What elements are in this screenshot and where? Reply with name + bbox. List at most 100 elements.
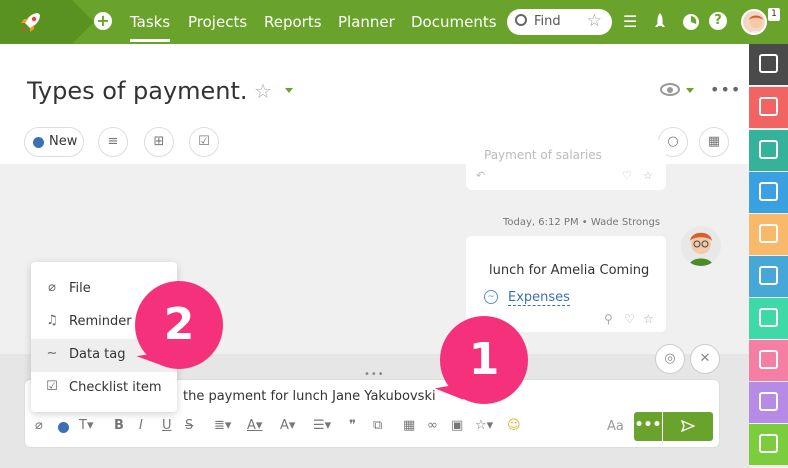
- rocket-icon[interactable]: [652, 12, 668, 32]
- message-meta: Today, 6:12 PM • Wade Strongs: [503, 217, 661, 228]
- previous-message: Payment of salaries ↶ ♡ ☆: [466, 140, 666, 190]
- phone-icon: [759, 350, 778, 369]
- highlight-icon[interactable]: A▾: [280, 418, 295, 433]
- table-icon[interactable]: ▦: [403, 418, 415, 433]
- favorite-star-icon[interactable]: ☆: [254, 79, 272, 103]
- split-button[interactable]: ⊞: [144, 127, 174, 157]
- checklist-button[interactable]: ☑: [189, 127, 219, 157]
- like-icon[interactable]: ♡: [622, 169, 632, 182]
- sidebar-reminders[interactable]: [749, 214, 788, 255]
- italic-icon[interactable]: I: [139, 418, 143, 433]
- list-icon[interactable]: ☰▾: [313, 418, 331, 433]
- sidebar-structure[interactable]: [749, 130, 788, 171]
- paperclip-icon: ⌀: [48, 280, 56, 295]
- sidebar-access[interactable]: [749, 298, 788, 339]
- link-icon[interactable]: ∞: [427, 418, 438, 433]
- status-new-button[interactable]: New: [24, 127, 84, 157]
- nav-documents[interactable]: Documents: [411, 13, 497, 31]
- color-dot-icon[interactable]: [58, 422, 69, 433]
- star-icon[interactable]: ☆: [643, 169, 653, 182]
- resize-grip-icon[interactable]: •••: [364, 369, 385, 380]
- star-icon[interactable]: ☆: [587, 11, 602, 31]
- composer-text[interactable]: the payment for lunch Jane Yakubovski: [183, 389, 436, 404]
- emoji-icon[interactable]: ☺: [507, 418, 521, 433]
- menu-icon[interactable]: ☰: [623, 12, 637, 32]
- more-options-icon[interactable]: •••: [710, 80, 741, 99]
- visibility-caret-icon[interactable]: [686, 88, 694, 93]
- status-dot-icon: [33, 137, 44, 148]
- formatting-toggle[interactable]: Aa: [607, 419, 624, 434]
- sidebar-files[interactable]: [749, 172, 788, 213]
- data-tag-link[interactable]: Expenses: [508, 290, 570, 306]
- star-icon[interactable]: ☆: [643, 312, 654, 326]
- sidebar-reports[interactable]: [749, 382, 788, 423]
- checkbox-icon: ☑: [46, 379, 58, 394]
- description-button[interactable]: ≡: [98, 127, 128, 157]
- timer-icon[interactable]: [682, 13, 700, 31]
- right-sidebar: [749, 44, 788, 468]
- quote-icon[interactable]: ❞: [349, 418, 356, 433]
- menu-item-label: Data tag: [69, 347, 126, 362]
- list-icon: [759, 97, 778, 116]
- create-plus-button[interactable]: +: [94, 12, 112, 30]
- bell-icon: ♫: [46, 313, 58, 328]
- bold-icon[interactable]: B: [114, 418, 124, 433]
- nav-planner[interactable]: Planner: [338, 13, 395, 31]
- sidebar-checklist[interactable]: [749, 256, 788, 297]
- strikethrough-icon[interactable]: S: [185, 418, 193, 433]
- eye-icon[interactable]: [660, 83, 680, 96]
- menu-item-label: Checklist item: [69, 380, 162, 395]
- send-icon: [681, 420, 695, 432]
- underline-icon[interactable]: U: [162, 418, 172, 433]
- edit-icon: [759, 54, 778, 73]
- callout-2: 2: [135, 281, 223, 369]
- bell-icon: [759, 224, 778, 243]
- sidebar-calls[interactable]: [749, 340, 788, 381]
- document-icon: [759, 182, 778, 201]
- user-avatar[interactable]: [741, 9, 767, 35]
- menu-item-label: File: [69, 281, 91, 296]
- data-tag-icon: ~: [484, 290, 498, 304]
- search-input[interactable]: Find ☆: [507, 9, 612, 35]
- more-actions-button[interactable]: •••: [634, 412, 662, 441]
- help-icon[interactable]: ?: [709, 12, 727, 30]
- media-icon[interactable]: ▣: [451, 418, 463, 433]
- nav-reports[interactable]: Reports: [264, 13, 322, 31]
- menu-item-checklist[interactable]: ☑ Checklist item: [31, 372, 177, 405]
- notification-badge: 1: [768, 8, 780, 21]
- paper-plane-icon: [759, 434, 778, 453]
- close-composer-button[interactable]: ✕: [690, 344, 720, 374]
- app-logo[interactable]: [0, 0, 94, 44]
- status-label: New: [49, 134, 78, 149]
- menu-item-label: Reminder: [69, 314, 132, 329]
- sidebar-tasks[interactable]: [749, 87, 788, 128]
- like-icon[interactable]: ♡: [624, 312, 635, 326]
- mention-user-button[interactable]: ◎: [655, 344, 685, 374]
- attach-paperclip-icon[interactable]: ⌀: [35, 418, 43, 433]
- page-title: Types of payment.: [27, 77, 248, 105]
- title-dropdown-caret-icon[interactable]: [285, 88, 293, 93]
- tag-icon: ∼: [46, 346, 58, 361]
- code-icon[interactable]: ⧉: [373, 418, 382, 433]
- nav-projects[interactable]: Projects: [188, 13, 247, 31]
- calendar-button[interactable]: ▦: [699, 127, 729, 157]
- paragraph-icon[interactable]: ≣▾: [214, 418, 231, 433]
- sidebar-edit[interactable]: [749, 44, 788, 85]
- top-navbar: + Tasks Projects Reports Planner Documen…: [0, 0, 788, 44]
- sidebar-send[interactable]: [749, 424, 788, 465]
- pin-icon[interactable]: ⚲: [604, 312, 613, 326]
- chart-icon: [759, 392, 778, 411]
- callout-1: 1: [440, 316, 528, 404]
- search-placeholder: Find: [534, 14, 561, 29]
- reply-icon[interactable]: ↶: [476, 169, 485, 182]
- message-text: lunch for Amelia Coming: [489, 263, 650, 278]
- nav-tasks[interactable]: Tasks: [130, 13, 171, 42]
- clipboard-icon: [759, 266, 778, 285]
- font-color-icon[interactable]: A▾: [247, 418, 262, 433]
- text-style-icon[interactable]: T▾: [79, 418, 93, 433]
- search-icon: [515, 14, 527, 26]
- previous-message-text: Payment of salaries: [484, 148, 602, 162]
- insert-icon[interactable]: ☆▾: [475, 418, 493, 433]
- author-avatar[interactable]: [681, 226, 721, 266]
- send-button[interactable]: [663, 412, 713, 441]
